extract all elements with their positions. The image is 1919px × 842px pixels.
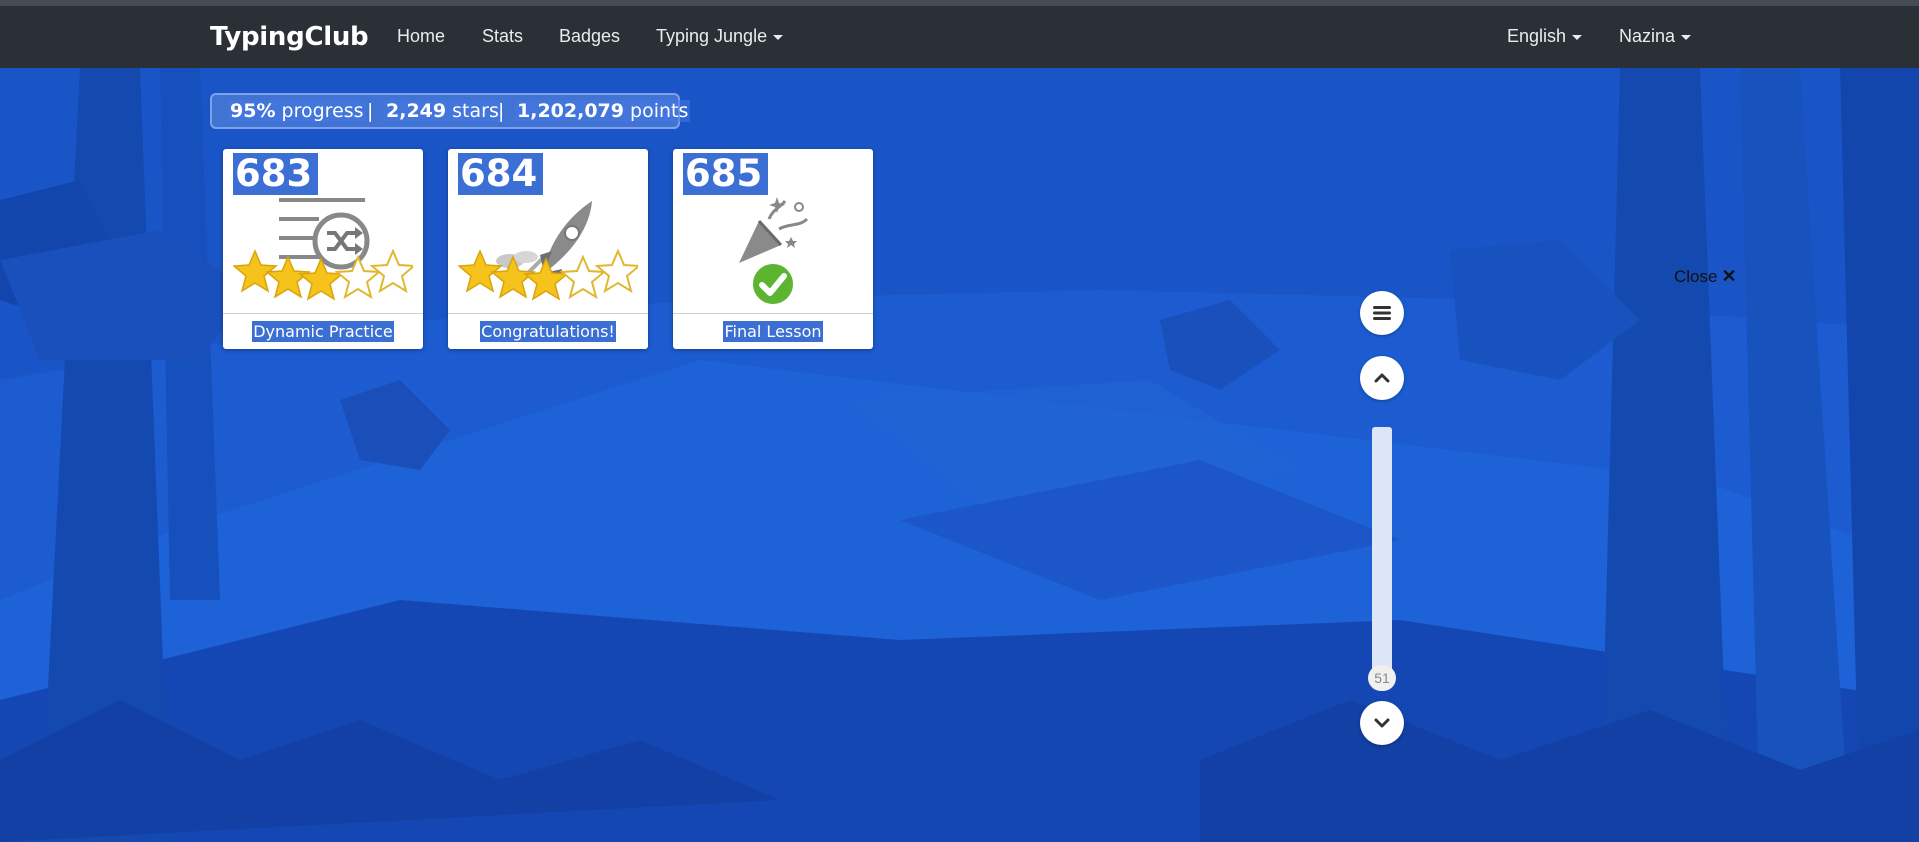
language-label: English (1507, 26, 1567, 46)
lesson-label: Final Lesson (723, 321, 823, 342)
progress-stat: 95% progress (228, 100, 366, 122)
chevron-down-icon (1374, 718, 1390, 728)
lesson-number: 684 (458, 153, 544, 195)
star-rating (233, 249, 413, 301)
lesson-label: Dynamic Practice (252, 321, 394, 342)
close-x-icon: ✕ (1721, 266, 1737, 286)
stats-separator: | (367, 100, 374, 122)
points-stat: 1,202,079 points (515, 100, 691, 122)
close-label: Close (1674, 267, 1718, 286)
lesson-number: 683 (233, 153, 319, 195)
star-empty-icon (334, 254, 382, 300)
card-footer: Congratulations! (448, 313, 648, 349)
star-filled-icon (523, 257, 569, 301)
nav-stats[interactable]: Stats (482, 26, 523, 47)
chevron-up-icon (1374, 373, 1390, 383)
caret-down-icon (773, 34, 784, 40)
lesson-number: 685 (683, 153, 769, 195)
lesson-label: Congratulations! (480, 321, 616, 342)
menu-button[interactable] (1360, 291, 1404, 335)
stars-value: 2,249 (386, 100, 447, 122)
nav-typing-jungle-label: Typing Jungle (656, 26, 768, 46)
stars-label: stars (452, 100, 499, 122)
language-dropdown[interactable]: English (1507, 26, 1583, 47)
star-filled-icon (458, 249, 503, 293)
progress-value: 95% (230, 100, 276, 122)
stats-separator: | (498, 100, 505, 122)
star-empty-icon (559, 254, 607, 300)
caret-down-icon (1572, 34, 1583, 40)
star-filled-icon (298, 257, 344, 301)
points-value: 1,202,079 (517, 100, 624, 122)
lesson-card-683[interactable]: 683 Dynamic Practice (223, 149, 423, 349)
caret-down-icon (1681, 34, 1692, 40)
nav-home[interactable]: Home (397, 26, 445, 47)
close-button[interactable]: Close ✕ (1674, 266, 1737, 287)
scroll-down-button[interactable] (1360, 701, 1404, 745)
progress-label: progress (281, 100, 364, 122)
star-filled-icon (233, 249, 278, 293)
top-navbar: TypingClub Home Stats Badges Typing Jung… (0, 6, 1919, 68)
user-name-label: Nazina (1619, 26, 1676, 46)
card-footer: Final Lesson (673, 313, 873, 349)
card-footer: Dynamic Practice (223, 313, 423, 349)
lesson-card-685[interactable]: 685 Final Lesson (673, 149, 873, 349)
nav-typing-jungle-dropdown[interactable]: Typing Jungle (656, 26, 784, 47)
hamburger-menu-icon (1373, 306, 1391, 320)
star-empty-icon (594, 249, 638, 294)
points-label: points (630, 100, 689, 122)
stars-stat: 2,249 stars (384, 100, 501, 122)
scroll-up-button[interactable] (1360, 356, 1404, 400)
lesson-scroll-track[interactable] (1372, 427, 1392, 677)
lesson-card-684[interactable]: 684 Congratulations! (448, 149, 648, 349)
brand-logo[interactable]: TypingClub (210, 22, 369, 52)
scroll-position-badge[interactable]: 51 (1368, 665, 1396, 691)
star-rating (458, 249, 638, 301)
progress-stats-bar: 95% progress | 2,249 stars | 1,202,079 p… (210, 93, 691, 129)
user-menu-dropdown[interactable]: Nazina (1619, 26, 1692, 47)
completed-check-icon (751, 262, 795, 306)
star-empty-icon (369, 249, 413, 294)
nav-badges[interactable]: Badges (559, 26, 620, 47)
